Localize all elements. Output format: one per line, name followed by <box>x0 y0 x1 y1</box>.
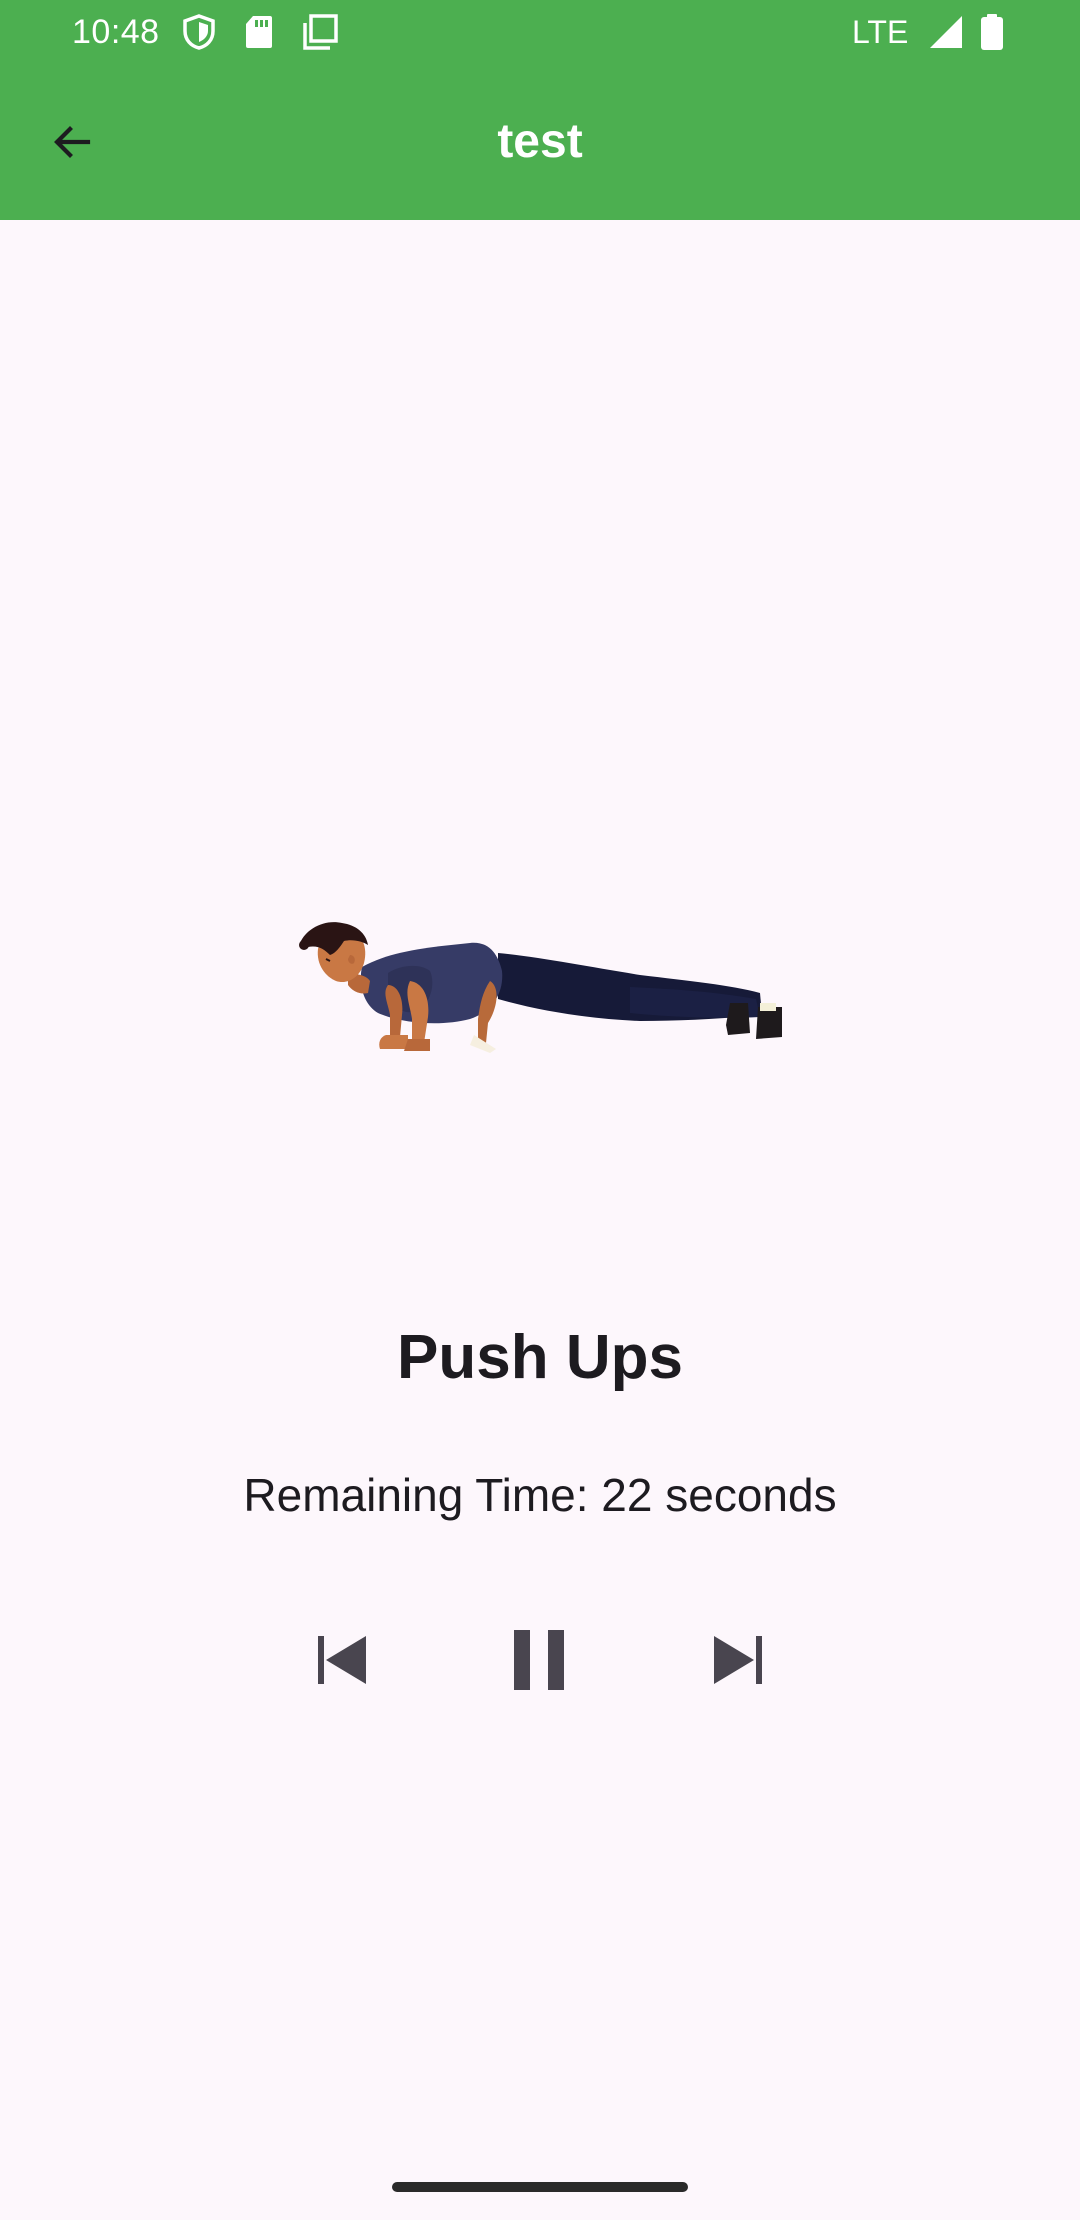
status-time: 10:48 <box>72 13 160 51</box>
signal-icon <box>930 16 962 48</box>
shield-icon <box>183 14 215 50</box>
playback-controls <box>0 1620 1080 1700</box>
app-bar-title: test <box>497 115 583 168</box>
skip-previous-icon <box>318 1636 366 1684</box>
status-bar: 10:48 LTE <box>0 0 1080 64</box>
remaining-time: Remaining Time: 22 seconds <box>243 1469 837 1521</box>
pause-icon <box>514 1630 564 1690</box>
skip-next-icon <box>714 1636 762 1684</box>
exercise-name: Push Ups <box>397 1323 683 1392</box>
screenshot-icon <box>303 14 338 50</box>
home-indicator[interactable] <box>392 2182 688 2192</box>
network-type: LTE <box>852 14 909 50</box>
sd-card-icon <box>246 16 272 48</box>
screen: 10:48 LTE test Push Ups Remaining Time: … <box>0 0 1080 2220</box>
previous-button[interactable] <box>302 1620 382 1700</box>
battery-icon <box>981 14 1003 50</box>
pause-button[interactable] <box>500 1620 580 1700</box>
push-up-man-illustration <box>299 922 782 1053</box>
app-bar: test <box>0 64 1080 220</box>
top-bar: 10:48 LTE test <box>0 0 1080 220</box>
next-button[interactable] <box>698 1620 778 1700</box>
